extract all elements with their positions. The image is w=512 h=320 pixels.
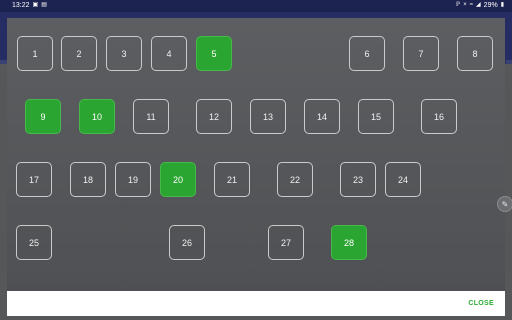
day-cell[interactable]: 1	[17, 36, 53, 71]
day-cell[interactable]: 2	[61, 36, 97, 71]
day-cell-selected[interactable]: 5	[196, 36, 232, 71]
day-cell[interactable]: 6	[349, 36, 385, 71]
day-cell[interactable]: 21	[214, 162, 250, 197]
day-cell[interactable]: 24	[385, 162, 421, 197]
day-cell[interactable]: 27	[268, 225, 304, 260]
day-cell-selected[interactable]: 20	[160, 162, 196, 197]
day-cell-selected[interactable]: 9	[25, 99, 61, 134]
day-cell[interactable]: 22	[277, 162, 313, 197]
day-cell[interactable]: 4	[151, 36, 187, 71]
day-cell[interactable]: 26	[169, 225, 205, 260]
day-cell[interactable]: 13	[250, 99, 286, 134]
wifi-icon: ≈	[469, 2, 474, 8]
battery-icon: ▮	[500, 2, 504, 8]
signal-icon: ◢	[476, 2, 481, 8]
edit-pencil-icon[interactable]: ✎	[497, 196, 512, 212]
day-cell[interactable]: 7	[403, 36, 439, 71]
day-cell[interactable]: 11	[133, 99, 169, 134]
day-cell[interactable]: 14	[304, 99, 340, 134]
day-cell[interactable]: 12	[196, 99, 232, 134]
day-cell[interactable]: 16	[421, 99, 457, 134]
status-bar: 13:22 ▣ ▤ ℙ × ≈ ◢ 29% ▮	[0, 0, 512, 12]
battery-percent: 29%	[483, 2, 498, 9]
clipboard-icon: ▤	[41, 2, 47, 8]
day-cell[interactable]: 23	[340, 162, 376, 197]
dialog-footer: CLOSE	[7, 291, 505, 316]
day-cell[interactable]: 15	[358, 99, 394, 134]
close-button[interactable]: CLOSE	[468, 300, 494, 307]
day-cell[interactable]: 17	[16, 162, 52, 197]
day-cell-selected[interactable]: 28	[331, 225, 367, 260]
bluetooth-icon: ℙ	[456, 2, 461, 8]
status-time: 13:22	[12, 2, 30, 9]
day-cell[interactable]: 19	[115, 162, 151, 197]
image-icon: ▣	[32, 2, 39, 8]
day-cell[interactable]: 18	[70, 162, 106, 197]
day-cell[interactable]: 8	[457, 36, 493, 71]
day-cell[interactable]: 25	[16, 225, 52, 260]
day-picker-dialog: 1 2 3 4 5 6 7 8 9 10 11 12 13 14 15 16 1…	[7, 18, 505, 316]
app-bar-right-edge	[506, 60, 512, 64]
day-cell[interactable]: 3	[106, 36, 142, 71]
mute-icon: ×	[463, 2, 467, 8]
day-cell-selected[interactable]: 10	[79, 99, 115, 134]
